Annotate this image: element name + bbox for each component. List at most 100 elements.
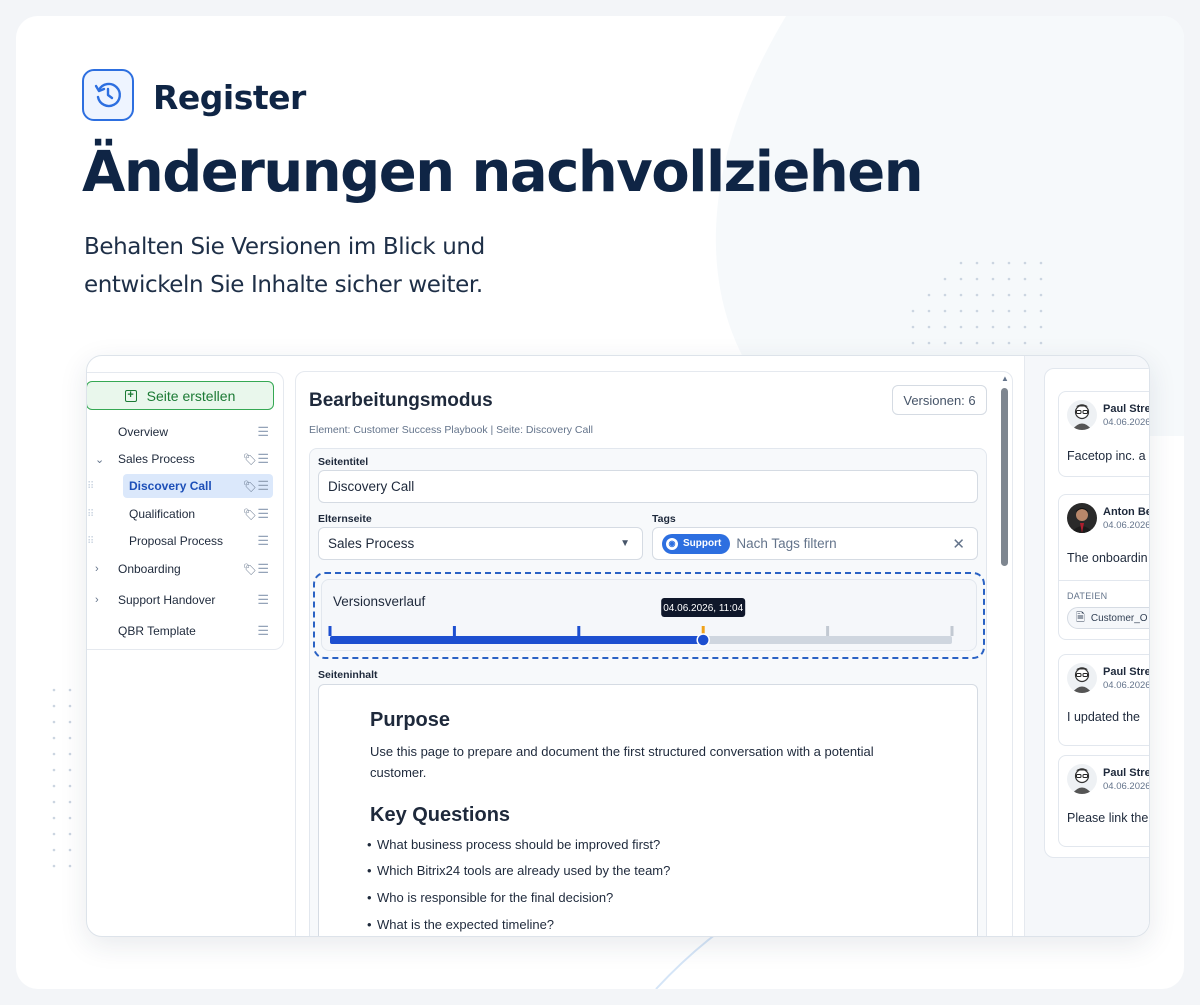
tags-input[interactable]: ◉ Support Nach Tags filtern ✕ xyxy=(652,527,978,560)
version-marker-6[interactable] xyxy=(950,626,954,636)
drag-handle-icon[interactable]: ⠿ xyxy=(87,481,94,492)
sidebar-item-discovery-call[interactable]: ⠿ Discovery Call 🏷 ☰ xyxy=(87,474,277,498)
hero-title: Änderungen nachvollziehen xyxy=(82,140,924,205)
sidebar-item-label: Overview xyxy=(118,425,169,439)
sidebar-item-support-handover[interactable]: › Support Handover ☰ xyxy=(87,588,277,612)
headset-icon: ◉ xyxy=(666,537,678,550)
sidebar-item-label: Support Handover xyxy=(118,593,216,607)
chevron-down-icon[interactable]: ⌄ xyxy=(95,453,104,466)
scrollbar-thumb[interactable] xyxy=(1001,388,1008,566)
content-heading-key-questions: Key Questions xyxy=(370,804,511,826)
scroll-up-icon[interactable]: ▲ xyxy=(1001,374,1009,383)
sidebar-item-qbr-template[interactable]: QBR Template ☰ xyxy=(87,619,277,643)
comment-text: Please link the xyxy=(1067,811,1149,825)
avatar xyxy=(1067,663,1097,693)
menu-icon[interactable]: ☰ xyxy=(257,592,269,608)
avatar xyxy=(1067,764,1097,794)
tags-label: Tags xyxy=(652,513,676,525)
list-item: What is the expected timeline? xyxy=(367,917,554,932)
comment-card[interactable]: Anton Be 04.06.2026 The onboardin DATEIE… xyxy=(1058,494,1150,640)
clear-icon[interactable]: ✕ xyxy=(952,535,965,553)
parent-page-label: Elternseite xyxy=(318,513,372,525)
plus-icon: + xyxy=(124,389,137,402)
version-marker-3[interactable] xyxy=(577,626,581,636)
chevron-right-icon[interactable]: › xyxy=(95,594,99,606)
page-title-input[interactable]: Discovery Call xyxy=(318,470,978,503)
page-content-editor[interactable]: Purpose Use this page to prepare and doc… xyxy=(318,684,978,936)
tag-icon: 🏷 xyxy=(243,563,257,576)
comments-panel: Paul Stre 04.06.2026 Facetop inc. a Anto… xyxy=(1044,368,1150,858)
version-timeline[interactable]: 04.06.2026, 11:04 xyxy=(322,580,978,652)
sidebar-item-sales-process[interactable]: ⌄ Sales Process 🏷 ☰ xyxy=(87,447,277,471)
comment-date: 04.06.2026 xyxy=(1103,781,1150,792)
comment-date: 04.06.2026 xyxy=(1103,520,1150,531)
sidebar-item-overview[interactable]: Overview ☰ xyxy=(87,420,277,444)
version-marker-2[interactable] xyxy=(452,626,456,636)
parent-page-select[interactable]: Sales Process ▼ xyxy=(318,527,643,560)
versions-button[interactable]: Versionen: 6 xyxy=(892,385,987,415)
hero-subtitle-line2: entwickeln Sie Inhalte sicher weiter. xyxy=(84,272,483,298)
menu-icon[interactable]: ☰ xyxy=(257,623,269,639)
avatar xyxy=(1067,503,1097,533)
comment-card[interactable]: Paul Stre 04.06.2026 I updated the xyxy=(1058,654,1150,746)
divider xyxy=(1059,580,1149,581)
menu-icon[interactable]: ☰ xyxy=(257,561,269,577)
list-item: What business process should be improved… xyxy=(367,837,660,852)
tag-icon: 🏷 xyxy=(243,453,257,466)
hero-label: Register xyxy=(153,78,306,117)
sidebar-item-qualification[interactable]: ⠿ Qualification 🏷 ☰ xyxy=(87,502,277,526)
comment-text: The onboardin xyxy=(1067,551,1148,565)
chevron-right-icon[interactable]: › xyxy=(95,563,99,575)
content-heading-purpose: Purpose xyxy=(370,709,451,731)
list-item: Who is responsible for the final decisio… xyxy=(367,890,613,905)
version-marker-5[interactable] xyxy=(826,626,830,636)
page-title-label: Seitentitel xyxy=(318,456,369,468)
version-tooltip-text: 04.06.2026, 11:04 xyxy=(663,603,743,614)
menu-icon[interactable]: ☰ xyxy=(257,424,269,440)
sidebar-item-label: Proposal Process xyxy=(129,534,224,548)
comment-card[interactable]: Paul Stre 04.06.2026 Please link the xyxy=(1058,755,1150,847)
history-clock-icon xyxy=(94,82,122,108)
sidebar-item-onboarding[interactable]: › Onboarding 🏷 ☰ xyxy=(87,557,277,581)
list-item: Which Bitrix24 tools are already used by… xyxy=(367,863,670,878)
drag-handle-icon[interactable]: ⠿ xyxy=(87,509,94,520)
create-page-button[interactable]: + Seite erstellen xyxy=(87,381,274,410)
editor-panel: Bearbeitungsmodus Versionen: 6 Element: … xyxy=(295,371,1013,936)
tags-placeholder: Nach Tags filtern xyxy=(736,536,837,551)
attachment-chip[interactable]: 🗎 Customer_O xyxy=(1067,607,1149,629)
hero-card: Register Änderungen nachvollziehen Behal… xyxy=(16,16,1184,989)
tag-chip-support[interactable]: ◉ Support xyxy=(662,533,731,554)
comment-text: Facetop inc. a xyxy=(1067,449,1146,463)
hero-subtitle: Behalten Sie Versionen im Blick und entw… xyxy=(84,228,584,304)
menu-icon[interactable]: ☰ xyxy=(257,533,269,549)
version-marker-1[interactable] xyxy=(328,626,332,636)
tag-chip-label: Support xyxy=(683,538,722,549)
comment-author: Paul Stre xyxy=(1103,666,1150,678)
menu-icon[interactable]: ☰ xyxy=(257,506,269,522)
timeline-progress xyxy=(330,636,704,644)
sidebar-item-proposal-process[interactable]: ⠿ Proposal Process ☰ xyxy=(87,529,277,553)
app-window: + Seite erstellen Overview ☰ ⌄ Sales Pro… xyxy=(86,355,1150,937)
comment-card[interactable]: Paul Stre 04.06.2026 Facetop inc. a xyxy=(1058,391,1150,477)
editor-title: Bearbeitungsmodus xyxy=(309,390,493,411)
create-page-label: Seite erstellen xyxy=(146,387,236,404)
files-label: DATEIEN xyxy=(1067,591,1108,601)
sidebar-item-label: Qualification xyxy=(129,507,196,521)
hero-subtitle-line1: Behalten Sie Versionen im Blick und xyxy=(84,234,485,260)
version-history-highlight: Versionsverlauf 04.06.2026, 11:04 xyxy=(313,572,985,659)
comment-date: 04.06.2026 xyxy=(1103,417,1150,428)
timeline-handle[interactable] xyxy=(696,633,710,647)
drag-handle-icon[interactable]: ⠿ xyxy=(87,536,94,547)
content-paragraph: Use this page to prepare and document th… xyxy=(370,744,874,780)
version-history: Versionsverlauf 04.06.2026, 11:04 xyxy=(321,579,977,651)
history-badge xyxy=(82,69,134,121)
page-tree-sidebar: + Seite erstellen Overview ☰ ⌄ Sales Pro… xyxy=(87,372,284,650)
menu-icon[interactable]: ☰ xyxy=(257,478,269,494)
tag-icon: 🏷 xyxy=(243,480,257,493)
avatar xyxy=(1067,400,1097,430)
comment-author: Paul Stre xyxy=(1103,767,1150,779)
file-icon: 🗎 xyxy=(1076,611,1085,624)
sidebar-item-label: QBR Template xyxy=(118,624,196,638)
menu-icon[interactable]: ☰ xyxy=(257,451,269,467)
page-content-label: Seiteninhalt xyxy=(318,669,378,681)
